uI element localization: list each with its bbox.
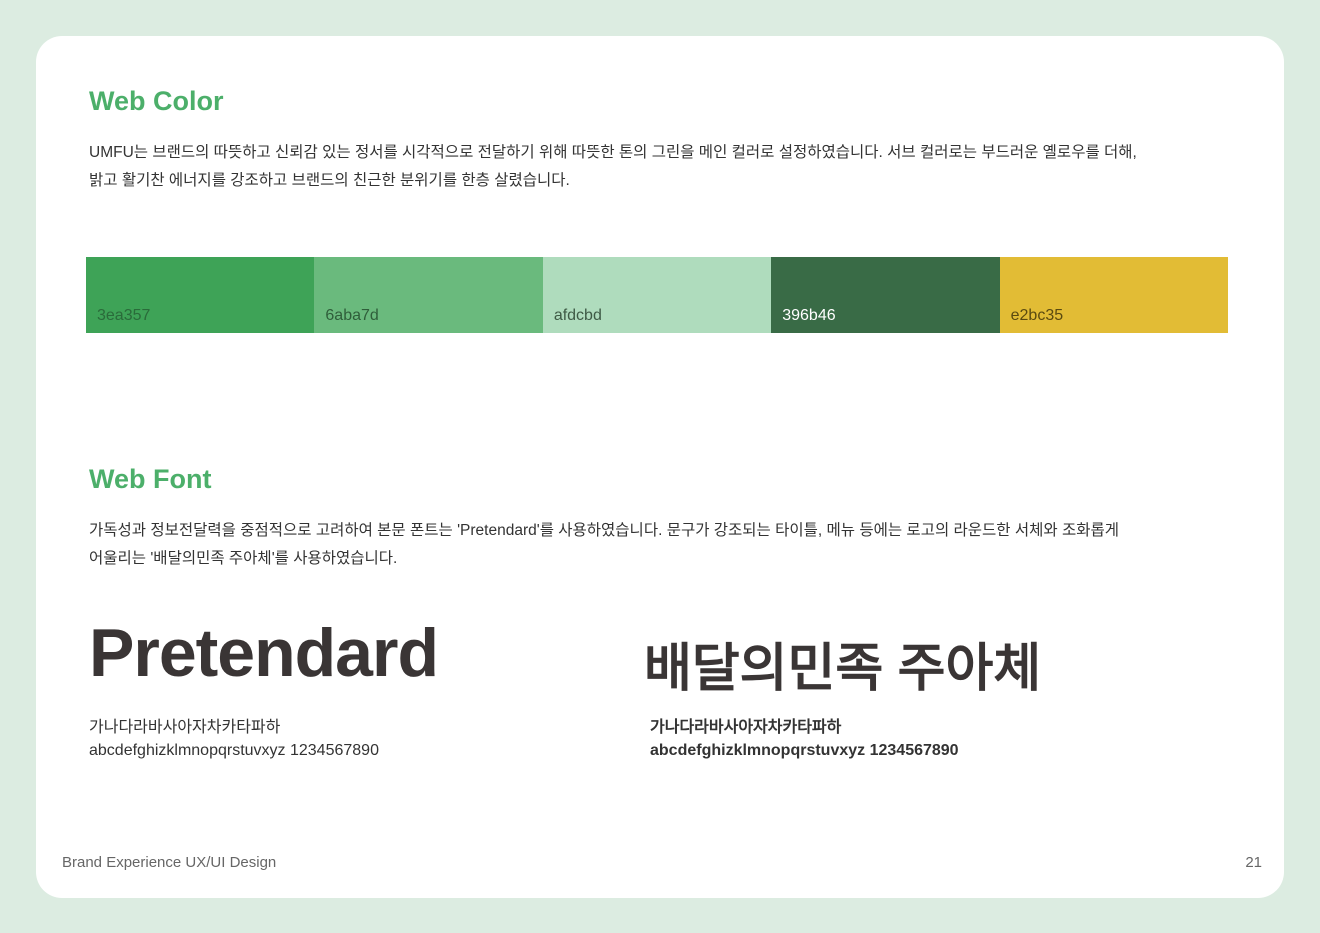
page-number: 21: [1245, 854, 1262, 871]
desc-line: 밝고 활기찬 에너지를 강조하고 브랜드의 친근한 분위기를 한층 살렸습니다.: [89, 172, 570, 189]
desc-line: 어울리는 '배달의민족 주아체'를 사용하였습니다.: [89, 550, 398, 567]
web-font-description: 가독성과 정보전달력을 중점적으로 고려하여 본문 폰트는 'Pretendar…: [89, 517, 1209, 573]
swatch: 6aba7d: [314, 257, 543, 333]
swatch-label: 3ea357: [97, 307, 151, 324]
swatch: 3ea357: [86, 257, 315, 333]
swatch-label: 396b46: [782, 307, 836, 324]
desc-line: UMFU는 브랜드의 따뜻하고 신뢰감 있는 정서를 시각적으로 전달하기 위해…: [89, 144, 1137, 161]
pretendard-hangul-sample: 가나다라바사아자차카타파하: [89, 719, 281, 736]
pretendard-latin-sample: abcdefghizklmnopqrstuvxyz 1234567890: [89, 742, 379, 759]
web-font-title: Web Font: [89, 464, 212, 494]
desc-line: 가독성과 정보전달력을 중점적으로 고려하여 본문 폰트는 'Pretendar…: [89, 522, 1119, 539]
swatch: 396b46: [771, 257, 1000, 333]
color-swatches: 3ea357 6aba7d afdcbd 396b46 e2bc35: [86, 257, 1229, 333]
jua-sample-title: 배달의민족 주아체: [644, 640, 1042, 698]
swatch-label: 6aba7d: [325, 307, 379, 324]
jua-hangul-sample: 가나다라바사아자차카타파하: [650, 719, 842, 736]
web-color-title: Web Color: [89, 86, 224, 116]
jua-latin-sample: abcdefghizklmnopqrstuvxyz 1234567890: [650, 742, 959, 759]
page-card: Web Color UMFU는 브랜드의 따뜻하고 신뢰감 있는 정서를 시각적…: [36, 36, 1284, 898]
footer-title: Brand Experience UX/UI Design: [62, 854, 277, 871]
swatch: e2bc35: [999, 257, 1229, 333]
web-color-description: UMFU는 브랜드의 따뜻하고 신뢰감 있는 정서를 시각적으로 전달하기 위해…: [89, 139, 1209, 195]
swatch: afdcbd: [542, 257, 772, 333]
swatch-label: afdcbd: [553, 307, 602, 324]
pretendard-sample-title: Pretendard: [89, 615, 439, 691]
swatch-label: e2bc35: [1010, 307, 1064, 324]
